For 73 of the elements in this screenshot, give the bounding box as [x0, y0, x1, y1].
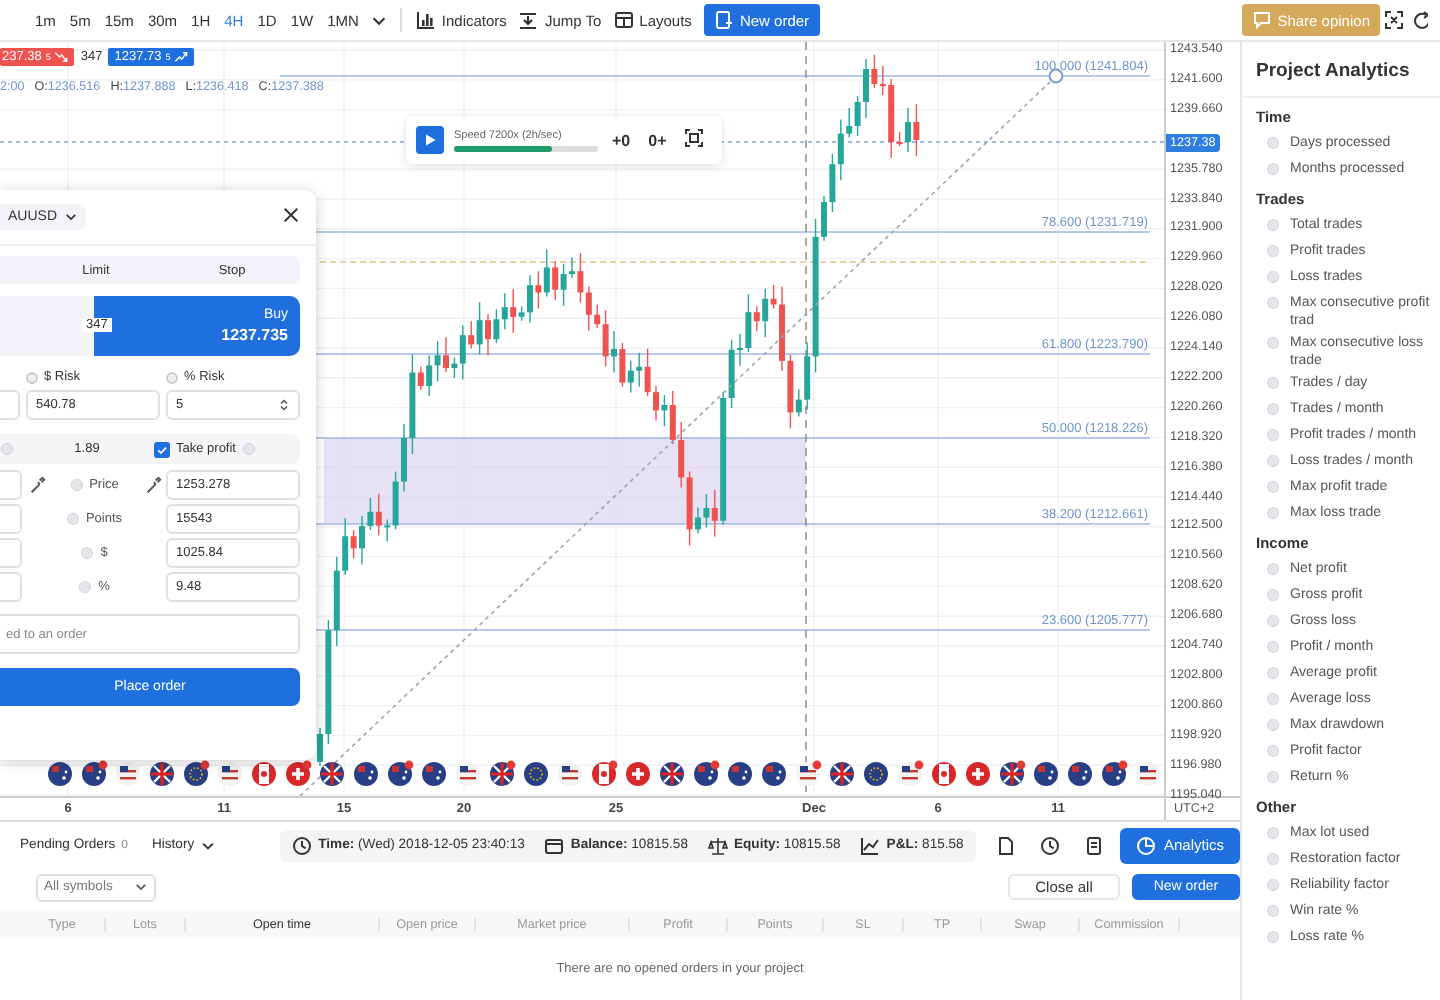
expand-icon	[1384, 10, 1404, 30]
info-icon	[69, 478, 84, 492]
flag-icon	[659, 761, 685, 787]
flag-icon	[1034, 762, 1058, 786]
wallet-icon	[544, 835, 565, 855]
flag-icon	[354, 762, 378, 786]
step-forward-button[interactable]: 0+	[644, 131, 671, 149]
refresh-icon	[1412, 10, 1428, 30]
layout-icon	[613, 10, 634, 30]
flag-icon	[932, 762, 956, 786]
flag-icon	[1102, 760, 1128, 786]
pie-chart-icon	[1135, 835, 1156, 855]
toolbar-button[interactable]	[1408, 6, 1432, 34]
info-icon	[80, 546, 95, 560]
flag-icon	[762, 762, 786, 786]
flag-icon	[592, 760, 618, 786]
flag-icon	[1068, 762, 1092, 786]
bar-chart-icon	[415, 10, 436, 30]
info-icon	[65, 512, 80, 526]
flag-icon	[184, 760, 210, 786]
flag-icon	[489, 760, 516, 787]
flag-icon	[966, 762, 990, 786]
input-field[interactable]	[0, 470, 22, 500]
info-icon	[0, 442, 14, 456]
checkbox[interactable]	[154, 441, 170, 457]
flag-icon	[999, 760, 1026, 787]
step-back-button[interactable]: +0	[608, 131, 635, 149]
input-field[interactable]	[0, 538, 22, 568]
radio-button[interactable]	[26, 371, 38, 383]
comment-icon	[1251, 10, 1272, 30]
trend-up-icon	[174, 50, 189, 64]
new-order-icon	[713, 10, 734, 30]
eyedropper-icon	[27, 476, 45, 494]
flag-icon	[728, 762, 752, 786]
spinner-icon	[278, 396, 290, 414]
history-button[interactable]	[1035, 831, 1064, 859]
flag-icon	[694, 760, 720, 786]
info-icon	[242, 442, 256, 456]
flag-icon	[626, 762, 650, 786]
chevron-down-icon	[200, 837, 217, 853]
flag-icon	[864, 762, 888, 786]
frame-icon	[684, 128, 705, 148]
eyedropper-icon	[143, 476, 161, 494]
input-field[interactable]	[0, 504, 22, 534]
input-field[interactable]	[0, 390, 20, 420]
flag-icon	[422, 762, 446, 786]
scale-icon	[708, 835, 728, 855]
play-icon	[422, 132, 438, 148]
jump-to-icon	[518, 10, 539, 30]
chevron-down-icon	[63, 209, 78, 223]
notebook-icon	[1083, 835, 1104, 855]
check-icon	[156, 443, 168, 455]
flag-icon	[388, 760, 414, 786]
radio-button[interactable]	[166, 371, 178, 383]
input-field[interactable]	[0, 572, 22, 602]
flag-icon	[524, 762, 548, 786]
chevron-down-icon	[134, 880, 148, 894]
info-icon	[1266, 336, 1280, 350]
line-chart-icon	[860, 835, 881, 855]
play-button[interactable]	[416, 126, 444, 154]
frame-button[interactable]	[680, 128, 709, 152]
close-icon	[282, 205, 300, 223]
flag-icon	[319, 761, 345, 787]
clock-icon	[292, 835, 313, 855]
clock-icon	[1039, 835, 1060, 855]
close-button[interactable]	[282, 205, 300, 227]
panel-title: Project Analytics	[1256, 60, 1412, 82]
flag-icon	[829, 761, 855, 787]
document-icon	[995, 835, 1016, 855]
speed-slider[interactable]	[454, 145, 552, 151]
fullscreen-button[interactable]	[1380, 6, 1408, 34]
info-icon	[78, 580, 93, 594]
trend-down-icon	[54, 50, 69, 64]
